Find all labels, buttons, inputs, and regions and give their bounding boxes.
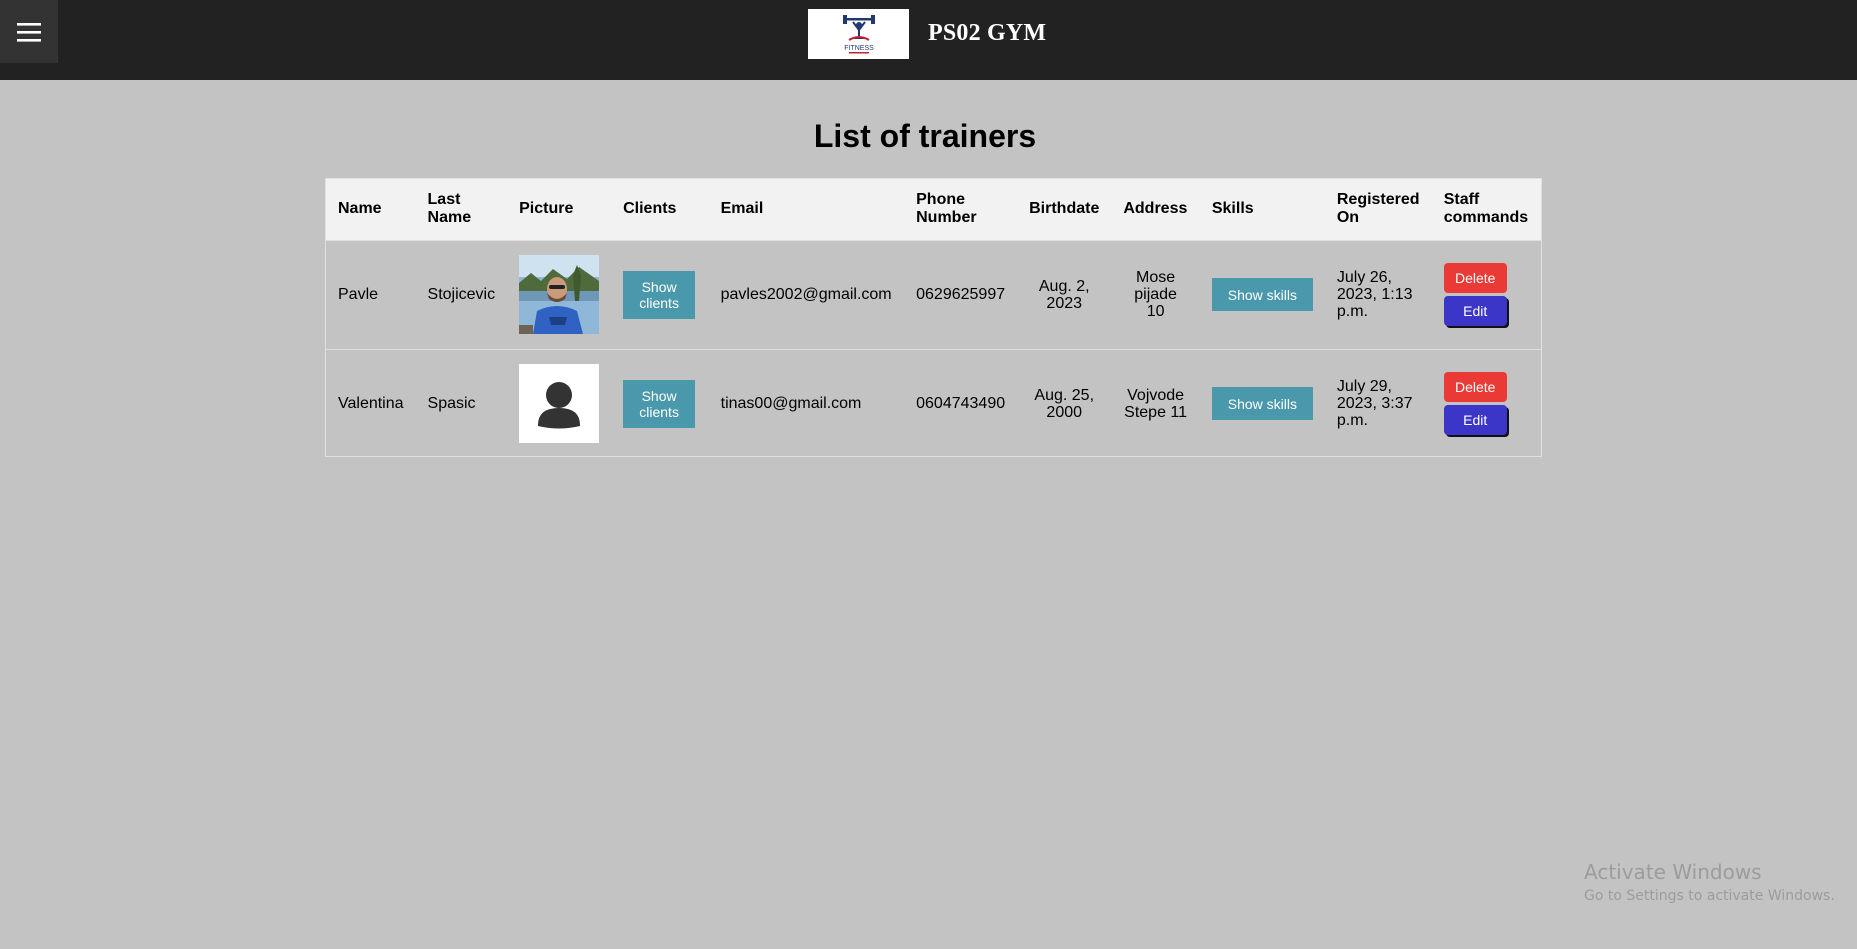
col-email: Email xyxy=(720,200,764,218)
col-picture: Picture xyxy=(519,200,574,218)
fitness-logo-icon: FITNESS xyxy=(842,15,875,54)
trainer-picture-cell xyxy=(507,349,611,458)
trainer-birthdate: Aug. 25, 2000 xyxy=(1034,386,1095,421)
col-staff-commands: Staff commands xyxy=(1443,191,1529,227)
svg-text:FITNESS: FITNESS xyxy=(844,45,874,52)
col-skills: Skills xyxy=(1211,200,1254,218)
trainer-phone: 0604743490 xyxy=(916,395,1006,413)
trainer-last-name: Stojicevic xyxy=(427,286,496,303)
table-row: Valentina Spasic Show clients tinas00@gm… xyxy=(326,349,1541,458)
activate-windows-watermark: Activate Windows Go to Settings to activ… xyxy=(1584,860,1835,904)
col-last-name: Last Name xyxy=(427,191,472,227)
gym-logo[interactable]: FITNESS xyxy=(808,9,909,59)
trainer-picture-cell xyxy=(507,240,611,349)
col-phone-number: Phone Number xyxy=(916,191,977,227)
clients-cell: Show clients xyxy=(611,349,709,458)
show-clients-button[interactable]: Show clients xyxy=(623,379,696,428)
trainer-birthdate: Aug. 2, 2023 xyxy=(1038,277,1090,312)
edit-button[interactable]: Edit xyxy=(1443,405,1507,436)
top-navbar: FITNESS PS02 GYM xyxy=(0,0,1857,80)
hamburger-icon xyxy=(17,22,41,42)
table-header-row: Name Last Name Picture Clients Email Pho… xyxy=(326,179,1541,240)
show-skills-button[interactable]: Show skills xyxy=(1211,387,1313,421)
clients-cell: Show clients xyxy=(611,240,709,349)
trainer-registered-on: July 26, 2023, 1:13 p.m. xyxy=(1336,269,1413,320)
trainer-address: Mose pijade 10 xyxy=(1134,269,1177,320)
trainer-registered-on: July 29, 2023, 3:37 p.m. xyxy=(1336,378,1413,430)
page-title: List of trainers xyxy=(813,118,1037,154)
col-registered-on: Registered On xyxy=(1336,191,1420,227)
show-skills-button[interactable]: Show skills xyxy=(1211,278,1313,311)
trainer-last-name: Spasic xyxy=(427,395,476,413)
brand-title: PS02 GYM xyxy=(928,20,1047,46)
delete-button[interactable]: Delete xyxy=(1443,263,1507,293)
col-name: Name xyxy=(338,200,382,218)
hamburger-menu-button[interactable] xyxy=(0,0,58,63)
table-row: Pavle Stojicevic Show clients pavles2002… xyxy=(326,240,1541,349)
trainer-email: tinas00@gmail.com xyxy=(720,395,862,413)
col-clients: Clients xyxy=(623,200,677,218)
col-address: Address xyxy=(1123,200,1188,218)
show-clients-button[interactable]: Show clients xyxy=(623,270,696,319)
trainer-phone: 0629625997 xyxy=(916,286,1006,303)
watermark-title: Activate Windows xyxy=(1584,860,1762,884)
default-avatar-icon xyxy=(519,364,600,444)
trainer-name: Pavle xyxy=(338,286,379,303)
skills-cell: Show skills xyxy=(1200,240,1325,349)
col-birthdate: Birthdate xyxy=(1029,200,1100,218)
staff-commands-cell: Delete Edit xyxy=(1432,349,1541,458)
edit-button[interactable]: Edit xyxy=(1443,296,1507,326)
watermark-subtitle: Go to Settings to activate Windows. xyxy=(1584,888,1835,904)
staff-commands-cell: Delete Edit xyxy=(1432,240,1541,349)
delete-button[interactable]: Delete xyxy=(1443,372,1507,403)
trainers-table: Name Last Name Picture Clients Email Pho… xyxy=(325,178,1542,457)
skills-cell: Show skills xyxy=(1200,349,1325,458)
trainer-name: Valentina xyxy=(338,395,404,413)
trainer-photo xyxy=(519,255,600,334)
trainer-email: pavles2002@gmail.com xyxy=(720,286,892,303)
trainer-address: Vojvode Stepe 11 xyxy=(1124,386,1188,421)
